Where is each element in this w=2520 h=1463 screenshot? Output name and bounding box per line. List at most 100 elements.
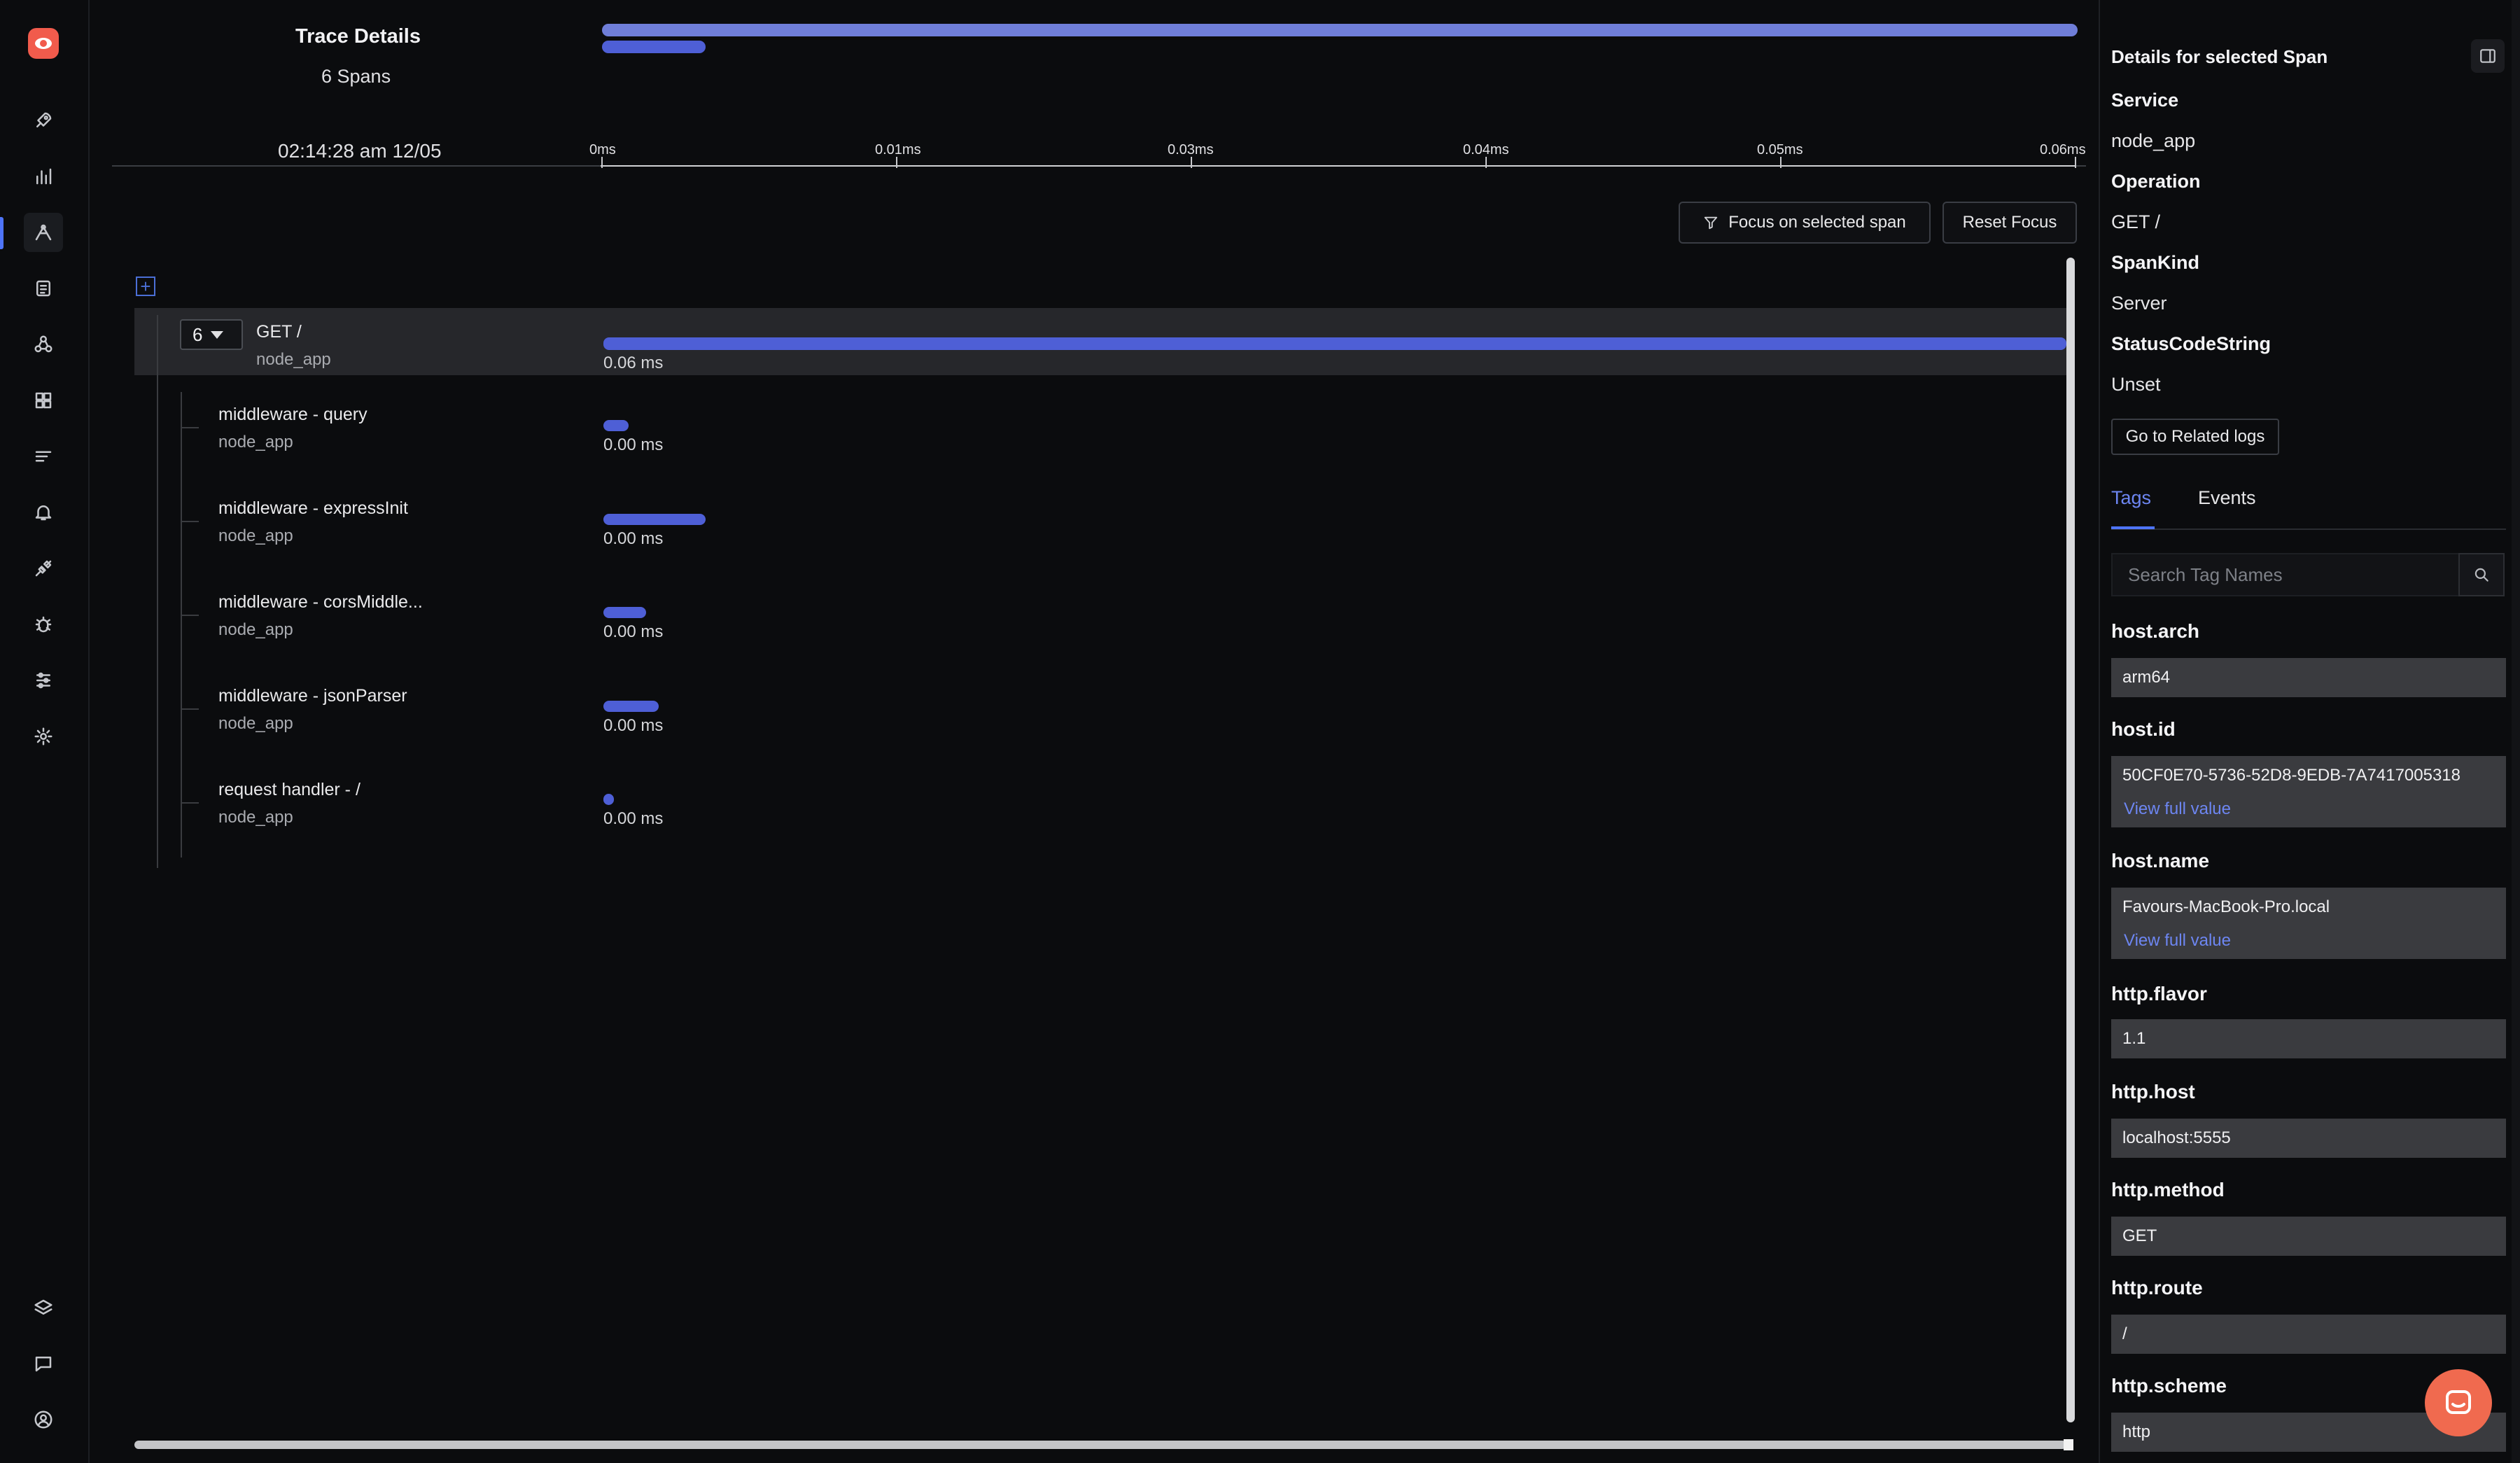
service-map-icon[interactable] (24, 325, 63, 364)
tag-key: http.flavor (2111, 983, 2207, 1004)
tab-events[interactable]: Events (2198, 487, 2256, 509)
span-name[interactable]: request handler - / (218, 780, 360, 800)
span-service: node_app (218, 620, 293, 639)
tag-value: 1.1 (2122, 1029, 2146, 1048)
panel-title: Details for selected Span (2111, 46, 2328, 67)
traces-icon[interactable] (24, 213, 63, 252)
tag-key: http.route (2111, 1277, 2203, 1298)
list-icon[interactable] (24, 437, 63, 476)
chat-icon[interactable] (24, 1344, 63, 1383)
view-full-value-link[interactable]: View full value (2124, 799, 2231, 819)
span-name[interactable]: GET / (256, 322, 302, 342)
expand-all-icon[interactable]: + (136, 276, 155, 296)
child-count: 6 (192, 323, 203, 345)
tag-key: http.host (2111, 1081, 2195, 1102)
tree-guide-line (157, 315, 158, 868)
tick-label: 0ms (589, 142, 616, 158)
tag-value: 50CF0E70-5736-52D8-9EDB-7A7417005318 (2122, 766, 2460, 785)
active-tab-indicator (2111, 526, 2155, 529)
span-bar[interactable] (603, 514, 706, 525)
tag-value: http (2122, 1422, 2151, 1441)
logs-icon[interactable] (24, 269, 63, 308)
minimap-root-bar (602, 24, 2078, 36)
filter-icon (1704, 216, 1718, 230)
tag-value-box: 50CF0E70-5736-52D8-9EDB-7A7417005318 Vie… (2111, 756, 2506, 827)
integrations-icon[interactable] (24, 549, 63, 588)
settings-icon[interactable] (24, 717, 63, 756)
reset-focus-label: Reset Focus (1962, 213, 2057, 232)
pipelines-icon[interactable] (24, 661, 63, 700)
tree-guide-line (181, 392, 182, 858)
vertical-scrollbar[interactable] (2066, 258, 2075, 1422)
span-service: node_app (218, 808, 293, 827)
span-bar[interactable] (603, 337, 2066, 350)
tick-mark (1485, 157, 1487, 168)
trace-timestamp: 02:14:28 am 12/05 (278, 140, 442, 162)
horizontal-scrollbar[interactable] (134, 1441, 2066, 1449)
tag-search-input[interactable] (2111, 553, 2460, 596)
tag-value-box: arm64 (2111, 658, 2506, 697)
scrollbar-corner (2064, 1439, 2073, 1450)
tick-label: 0.04ms (1463, 142, 1509, 158)
tag-value-box: / (2111, 1315, 2506, 1354)
bar-chart-icon[interactable] (24, 157, 63, 196)
timeline-axis-range (601, 165, 2076, 167)
sidebar-toggle-icon[interactable] (2471, 39, 2505, 73)
tag-value: localhost:5555 (2122, 1128, 2231, 1147)
tree-branch (182, 427, 199, 428)
tick-label: 0.05ms (1757, 142, 1803, 158)
span-service: node_app (218, 433, 293, 451)
tick-mark (601, 157, 603, 168)
related-logs-button[interactable]: Go to Related logs (2111, 419, 2279, 455)
user-icon[interactable] (24, 1400, 63, 1439)
tick-label: 0.01ms (875, 142, 921, 158)
dashboard-icon[interactable] (24, 381, 63, 420)
span-duration: 0.00 ms (603, 716, 664, 735)
tab-tags[interactable]: Tags (2111, 487, 2151, 509)
tag-key: http.method (2111, 1179, 2225, 1200)
tick-mark (2075, 157, 2076, 168)
nav-active-indicator (0, 217, 4, 249)
span-bar[interactable] (603, 607, 646, 618)
panel-scrollbar[interactable] (2512, 0, 2520, 1463)
span-name[interactable]: middleware - query (218, 405, 368, 425)
focus-selected-span-button[interactable]: Focus on selected span (1679, 202, 1931, 244)
tick-mark (1191, 157, 1192, 168)
view-full-value-link[interactable]: View full value (2124, 931, 2231, 951)
tag-value: GET (2122, 1226, 2157, 1245)
tag-key: host.arch (2111, 620, 2200, 642)
operation-label: Operation (2111, 171, 2201, 192)
tag-value: / (2122, 1324, 2127, 1343)
reset-focus-button[interactable]: Reset Focus (1942, 202, 2077, 244)
search-icon[interactable] (2458, 553, 2505, 596)
span-bar[interactable] (603, 420, 629, 431)
logo-icon[interactable] (28, 28, 59, 59)
spankind-value: Server (2111, 293, 2167, 314)
operation-value: GET / (2111, 211, 2161, 232)
tick-mark (896, 157, 897, 168)
span-duration: 0.06 ms (603, 354, 664, 372)
bug-icon[interactable] (24, 605, 63, 644)
span-bar[interactable] (603, 794, 614, 805)
page-title: Trace Details (295, 25, 421, 48)
tag-key: http.scheme (2111, 1375, 2227, 1396)
span-name[interactable]: middleware - corsMiddle... (218, 592, 423, 612)
span-duration: 0.00 ms (603, 622, 664, 641)
span-service: node_app (218, 714, 293, 733)
span-name[interactable]: middleware - jsonParser (218, 686, 407, 706)
tick-label: 0.03ms (1168, 142, 1214, 158)
focus-selected-span-label: Focus on selected span (1728, 213, 1906, 232)
tree-branch (182, 802, 199, 804)
tick-mark (1780, 157, 1782, 168)
minimap-child-bar (602, 41, 706, 53)
tag-value-box: Favours-MacBook-Pro.local View full valu… (2111, 888, 2506, 959)
span-bar[interactable] (603, 701, 659, 712)
tag-key: host.id (2111, 718, 2176, 740)
collapse-children-toggle[interactable]: 6 (180, 319, 243, 350)
tabs-divider (2111, 528, 2506, 530)
rocket-icon[interactable] (24, 101, 63, 140)
alerts-icon[interactable] (24, 493, 63, 532)
span-name[interactable]: middleware - expressInit (218, 498, 408, 519)
support-chat-icon[interactable] (2425, 1369, 2492, 1436)
layers-icon[interactable] (24, 1288, 63, 1327)
